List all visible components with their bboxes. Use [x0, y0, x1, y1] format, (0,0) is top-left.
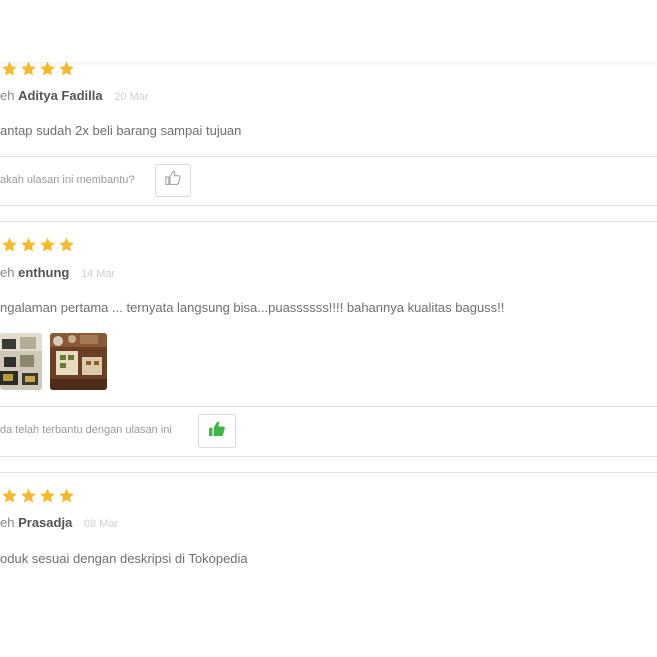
review-text: antap sudah 2x beli barang sampai tujuan	[0, 123, 242, 138]
divider	[0, 156, 657, 157]
review-date: 14 Mar	[80, 268, 116, 280]
review-text: ngalaman pertama ... ternyata langsung b…	[0, 300, 505, 315]
review-text: oduk sesuai dengan deskripsi di Tokopedi…	[0, 551, 248, 566]
by-prefix: eh	[0, 88, 15, 103]
helpful-question: akah ulasan ini membantu?	[0, 174, 135, 186]
star-icon	[57, 236, 76, 254]
like-button[interactable]	[155, 164, 191, 197]
divider	[0, 456, 657, 457]
by-prefix: eh	[0, 515, 15, 530]
review-byline: eh Aditya Fadilla 20 Mar	[0, 88, 149, 103]
divider	[0, 205, 657, 206]
like-button-active[interactable]	[198, 414, 236, 448]
review-photo-1[interactable]	[0, 333, 42, 390]
star-icon	[19, 487, 38, 505]
star-rating	[0, 60, 76, 78]
reviewer-name[interactable]: enthung	[18, 265, 69, 280]
thumbs-up-icon	[164, 169, 182, 192]
reviewer-name[interactable]: Prasadja	[18, 515, 72, 530]
section-divider	[0, 221, 657, 222]
reviewer-name[interactable]: Aditya Fadilla	[18, 88, 103, 103]
star-rating	[0, 236, 76, 254]
divider	[0, 406, 657, 407]
star-icon	[38, 487, 57, 505]
helpful-status: da telah terbantu dengan ulasan ini	[0, 424, 172, 436]
review-date: 08 Mar	[83, 518, 119, 530]
star-icon	[38, 60, 57, 78]
star-icon	[0, 236, 19, 254]
review-date: 20 Mar	[114, 91, 149, 103]
star-icon	[38, 236, 57, 254]
review-byline: eh enthung 14 Mar	[0, 265, 115, 280]
star-icon	[19, 236, 38, 254]
star-rating	[0, 487, 76, 505]
section-divider	[0, 472, 657, 473]
review-photo-2[interactable]	[50, 333, 107, 390]
star-icon	[0, 60, 19, 78]
star-icon	[57, 487, 76, 505]
star-icon	[0, 487, 19, 505]
by-prefix: eh	[0, 265, 15, 280]
star-icon	[19, 60, 38, 78]
top-header-bar	[0, 0, 657, 62]
thumbs-up-icon	[207, 419, 227, 444]
review-byline: eh Prasadja 08 Mar	[0, 515, 118, 530]
star-icon	[57, 60, 76, 78]
